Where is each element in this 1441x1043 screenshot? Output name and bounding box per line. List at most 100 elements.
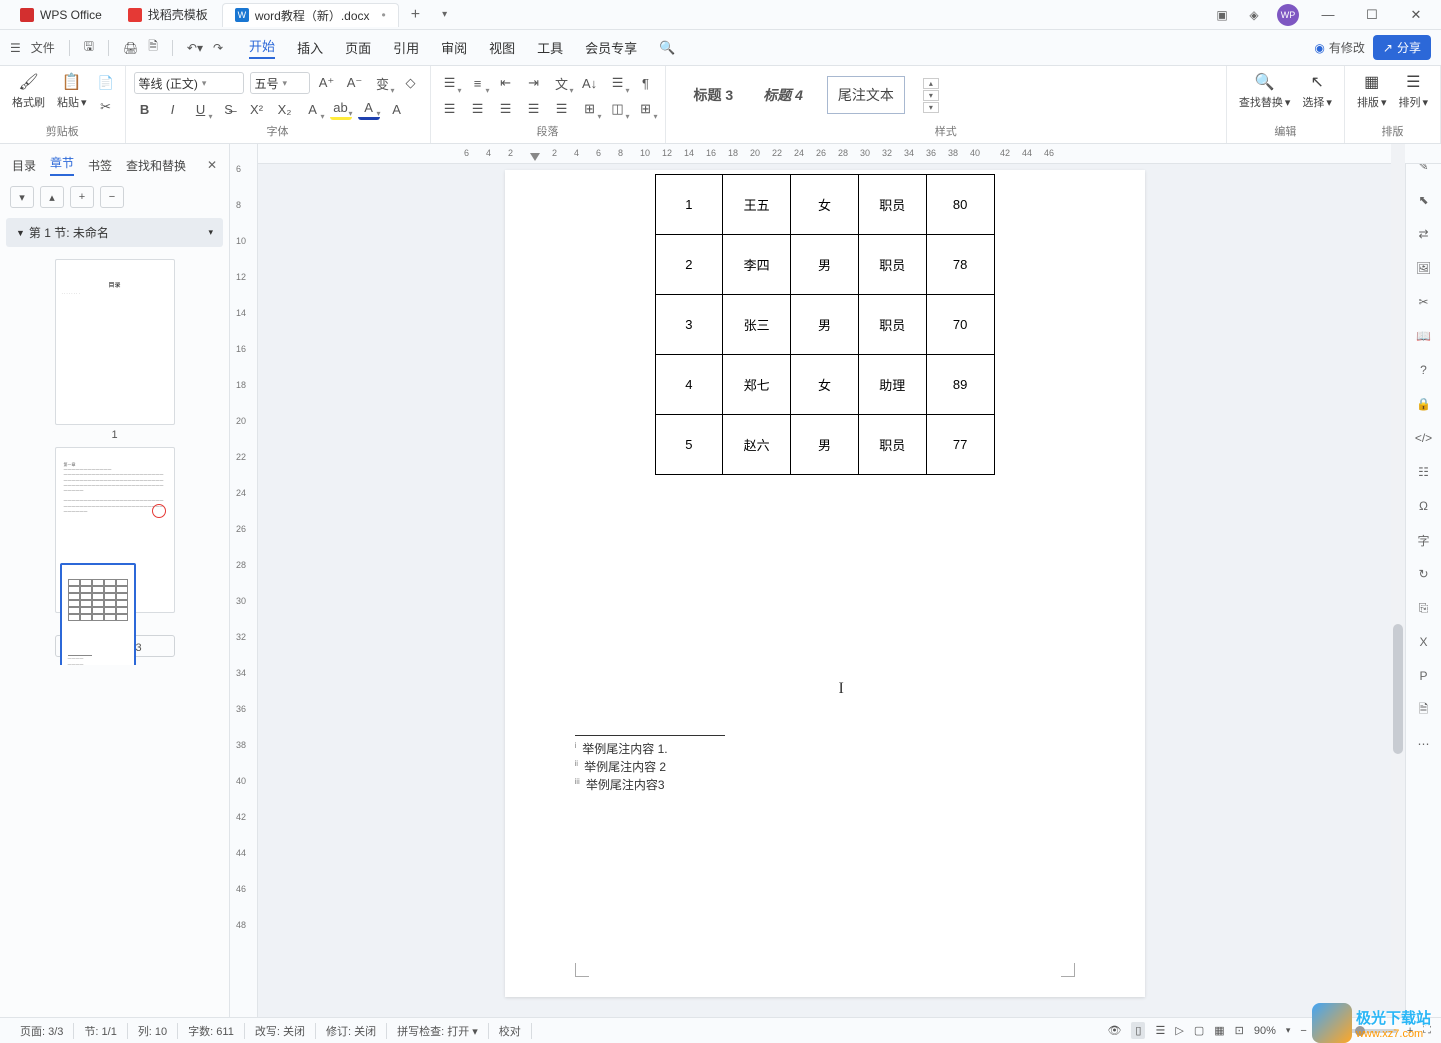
menu-member[interactable]: 会员专享 <box>585 38 637 57</box>
view-focus-icon[interactable]: ⊡ <box>1235 1024 1244 1037</box>
share-button[interactable]: ↗ 分享 <box>1373 35 1431 60</box>
style-gallery[interactable]: 标题 3 标题 4 尾注文本 ▴▾▾ <box>674 70 1218 120</box>
highlight-button[interactable]: ab▾ <box>330 98 352 120</box>
status-revision[interactable]: 修订: 关闭 <box>316 1023 387 1039</box>
menu-tools[interactable]: 工具 <box>537 38 563 57</box>
text-direction-button[interactable]: 文▾ <box>551 72 573 94</box>
search-icon[interactable]: 🔍 <box>659 40 675 56</box>
more-icon[interactable]: ⋯ <box>1414 734 1434 754</box>
cut-icon[interactable]: ✂ <box>95 96 117 118</box>
decrease-font-icon[interactable]: A⁻ <box>344 72 366 94</box>
status-words[interactable]: 字数: 611 <box>178 1023 245 1039</box>
table-row[interactable]: 4郑七女助理89 <box>655 355 994 415</box>
status-page[interactable]: 页面: 3/3 <box>10 1023 74 1039</box>
view-read-icon[interactable]: ▷ <box>1175 1024 1183 1037</box>
view-outline-icon[interactable]: ☰ <box>1155 1024 1165 1037</box>
table-row[interactable]: 1王五女职员80 <box>655 175 994 235</box>
format-painter-button[interactable]: 🖌格式刷 <box>8 70 49 112</box>
strikethrough-button[interactable]: S̶ <box>218 98 240 120</box>
zoom-value[interactable]: 90% <box>1254 1025 1276 1037</box>
section-header[interactable]: ▼第 1 节: 未命名▾ <box>6 218 223 247</box>
nav-up-button[interactable]: ▴ <box>40 186 64 208</box>
status-overwrite[interactable]: 改写: 关闭 <box>245 1023 316 1039</box>
show-marks-button[interactable]: ¶ <box>635 72 657 94</box>
status-proof[interactable]: 校对 <box>489 1023 532 1039</box>
status-spell[interactable]: 拼写检查: 打开 ▾ <box>387 1023 489 1039</box>
print-icon[interactable]: 🖨 <box>123 41 138 55</box>
font-color-button[interactable]: A▾ <box>358 98 380 120</box>
nav-tab-toc[interactable]: 目录 <box>12 157 36 174</box>
document-table[interactable]: 1王五女职员80 2李四男职员78 3张三男职员70 4郑七女助理89 5赵六男… <box>655 174 995 475</box>
edit-status[interactable]: ◉有修改 <box>1314 39 1365 56</box>
find-replace-button[interactable]: 🔍查找替换 ▾ <box>1235 70 1295 112</box>
underline-button[interactable]: U▾ <box>190 98 212 120</box>
layout-button[interactable]: ▦排版 ▾ <box>1353 70 1391 112</box>
char-border-button[interactable]: A <box>386 98 408 120</box>
export-icon[interactable]: ⎘ <box>1414 598 1434 618</box>
clear-format-icon[interactable]: ◇ <box>400 72 422 94</box>
minimize-button[interactable]: — <box>1313 3 1343 27</box>
increase-indent-button[interactable]: ⇥ <box>523 72 545 94</box>
settings2-icon[interactable]: ⇄ <box>1414 224 1434 244</box>
view-page-icon[interactable]: ▯ <box>1131 1022 1145 1039</box>
thumb-page-1[interactable]: 目录· · · · · · · ·1 <box>55 259 175 441</box>
status-section[interactable]: 节: 1/1 <box>74 1023 127 1039</box>
excel-icon[interactable]: X <box>1414 632 1434 652</box>
nav-add-button[interactable]: + <box>70 186 94 208</box>
align-distribute-button[interactable]: ☰ <box>551 98 573 120</box>
borders-button[interactable]: ⊞▾ <box>635 98 657 120</box>
align-right-button[interactable]: ☰ <box>495 98 517 120</box>
image-icon[interactable]: 🖼 <box>1414 258 1434 278</box>
tab-wps-office[interactable]: WPS Office <box>8 3 114 27</box>
align-left-button[interactable]: ☰ <box>439 98 461 120</box>
book-icon[interactable]: 📖 <box>1414 326 1434 346</box>
panel-icon[interactable]: ▣ <box>1213 6 1231 24</box>
print-preview-icon[interactable]: 🗎 <box>148 37 158 58</box>
increase-font-icon[interactable]: A⁺ <box>316 72 338 94</box>
sort-button[interactable]: A↓ <box>579 72 601 94</box>
copy-icon[interactable]: 📄 <box>95 72 117 94</box>
font-size-select[interactable]: 五号▾ <box>250 72 310 94</box>
thumb-page-3[interactable]: 一一一一一一一一一一一一3 <box>55 635 175 657</box>
bold-button[interactable]: B <box>134 98 156 120</box>
font-name-select[interactable]: 等线 (正文)▾ <box>134 72 244 94</box>
menu-icon[interactable]: ☰ <box>10 41 21 55</box>
nav-remove-button[interactable]: − <box>100 186 124 208</box>
table-row[interactable]: 2李四男职员78 <box>655 235 994 295</box>
view-print-icon[interactable]: ▦ <box>1214 1024 1224 1037</box>
bullets-button[interactable]: ☰▾ <box>439 72 461 94</box>
tab-document[interactable]: Wword教程（新）.docx• <box>222 3 399 27</box>
help-icon[interactable]: ? <box>1414 360 1434 380</box>
style-endnote[interactable]: 尾注文本 <box>827 76 905 114</box>
italic-button[interactable]: I <box>162 98 184 120</box>
menu-view[interactable]: 视图 <box>489 38 515 57</box>
align-justify-button[interactable]: ☰ <box>523 98 545 120</box>
omega-icon[interactable]: Ω <box>1414 496 1434 516</box>
redo-icon[interactable]: ↷ <box>213 41 223 55</box>
pdf-icon[interactable]: P <box>1414 666 1434 686</box>
table-row[interactable]: 5赵六男职员77 <box>655 415 994 475</box>
menu-page[interactable]: 页面 <box>345 38 371 57</box>
status-col[interactable]: 列: 10 <box>128 1023 178 1039</box>
tab-menu-button[interactable]: ▾ <box>432 9 457 20</box>
paste-button[interactable]: 📋粘贴 ▾ <box>53 70 91 112</box>
scrollbar[interactable] <box>1391 144 1405 1017</box>
style-gallery-spinner[interactable]: ▴▾▾ <box>923 78 939 113</box>
page-icon[interactable]: 🗎 <box>1414 700 1434 720</box>
view-web-icon[interactable]: ▢ <box>1194 1024 1204 1037</box>
menu-review[interactable]: 审阅 <box>441 38 467 57</box>
cursor-icon[interactable]: ⬉ <box>1414 190 1434 210</box>
align-center-button[interactable]: ☰ <box>467 98 489 120</box>
nav-close-button[interactable]: ✕ <box>207 158 217 172</box>
close-button[interactable]: ✕ <box>1401 3 1431 27</box>
indent-marker[interactable] <box>530 153 540 161</box>
style-heading3[interactable]: 标题 3 <box>688 81 740 109</box>
nav-tab-find[interactable]: 查找和替换 <box>126 157 186 174</box>
scrollbar-thumb[interactable] <box>1393 624 1403 754</box>
code-icon[interactable]: </> <box>1414 428 1434 448</box>
tab-stops-button[interactable]: ⊞▾ <box>579 98 601 120</box>
tab-template[interactable]: 找稻壳模板 <box>116 3 220 27</box>
decrease-indent-button[interactable]: ⇤ <box>495 72 517 94</box>
nav-down-button[interactable]: ▾ <box>10 186 34 208</box>
phonetic-icon[interactable]: 变▾ <box>372 72 394 94</box>
